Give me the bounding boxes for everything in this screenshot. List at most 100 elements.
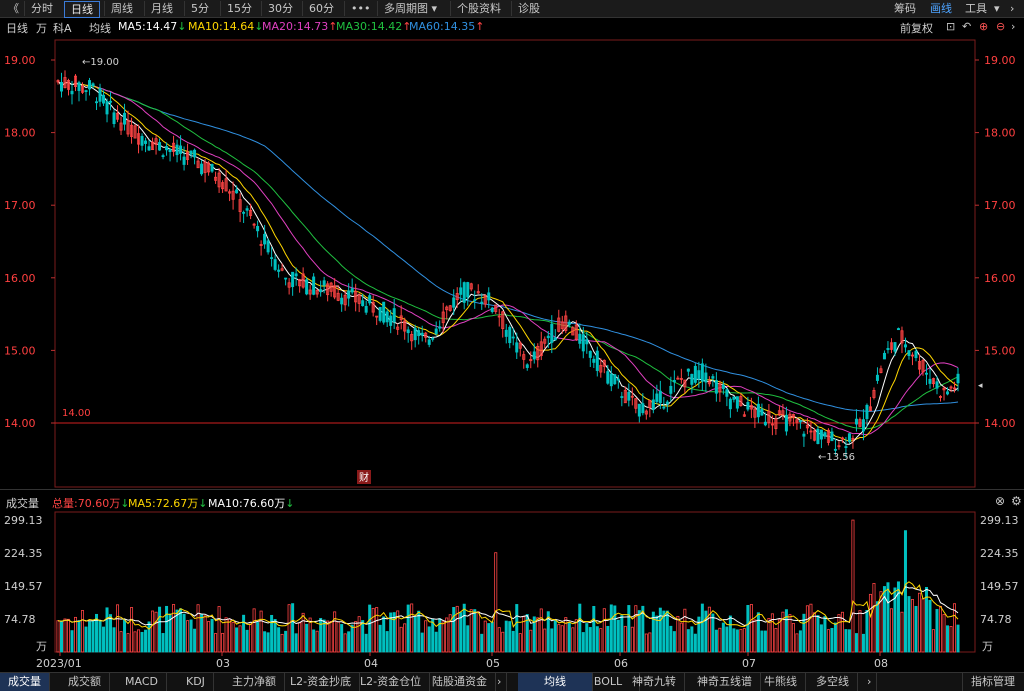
volume-bar bbox=[560, 625, 564, 653]
volume-bar bbox=[697, 616, 701, 653]
close-panel-icon[interactable]: ⊗ bbox=[995, 494, 1005, 508]
volume-bar bbox=[333, 611, 337, 653]
volume-bar bbox=[165, 605, 169, 653]
tab-turnover[interactable]: 成交额 bbox=[60, 673, 110, 691]
candle-body bbox=[438, 326, 442, 329]
stock-chart[interactable]: 19.00 19.00 18.00 18.00 17.00 17.00 16.00 16.00… bbox=[0, 0, 1024, 691]
candle-body bbox=[452, 297, 456, 308]
tab-intraday[interactable]: 分时 bbox=[24, 1, 59, 16]
tab-l2-bottom[interactable]: L2-资金抄底 bbox=[282, 673, 361, 691]
volume-bar bbox=[665, 610, 669, 653]
volume-bar bbox=[725, 626, 729, 653]
volume-bar bbox=[763, 630, 767, 653]
chips-button[interactable]: 筹码 bbox=[894, 1, 916, 16]
volume-bar bbox=[788, 614, 792, 653]
candle-body bbox=[781, 410, 785, 416]
tools-arrow-icon[interactable]: ▾ bbox=[994, 1, 1000, 16]
tools-button[interactable]: 工具 bbox=[965, 1, 987, 16]
candle-body bbox=[844, 446, 848, 448]
volume-bar bbox=[270, 614, 274, 653]
ma20-value: MA20:14.73↑ bbox=[262, 20, 337, 33]
candle-body bbox=[805, 424, 809, 429]
volume-ma10-line bbox=[57, 586, 959, 627]
tab-5min[interactable]: 5分 bbox=[184, 1, 215, 16]
avg-label[interactable]: 均线 bbox=[89, 20, 111, 36]
volume-tick-left: 299.13 bbox=[4, 514, 43, 527]
back-button[interactable]: 《 bbox=[2, 1, 25, 16]
tab-long-short[interactable]: 多空线 bbox=[808, 673, 858, 691]
volume-tick-left: 149.57 bbox=[4, 580, 43, 593]
zoom-in-icon[interactable]: ⊕ bbox=[979, 20, 988, 33]
tab-15min[interactable]: 15分 bbox=[220, 1, 258, 16]
indicator-manage-button[interactable]: 指标管理 bbox=[962, 673, 1023, 691]
volume-bar bbox=[683, 608, 687, 653]
tab-main-net[interactable]: 主力净额 bbox=[224, 673, 285, 691]
volume-bar bbox=[151, 610, 155, 653]
zoom-out-icon[interactable]: ⊖ bbox=[996, 20, 1005, 33]
tab-kdj[interactable]: KDJ bbox=[178, 673, 214, 691]
candle-body bbox=[347, 290, 351, 299]
candle-body bbox=[403, 320, 407, 332]
volume-bar bbox=[287, 604, 291, 653]
volume-bar bbox=[175, 609, 179, 653]
volume-bar bbox=[574, 619, 578, 653]
more-button[interactable]: ••• bbox=[344, 1, 376, 16]
volume-bar bbox=[168, 613, 172, 653]
volume-bar bbox=[882, 586, 886, 653]
volume-bar bbox=[273, 619, 277, 653]
tab-five-lines[interactable]: 神奇五线谱 bbox=[689, 673, 761, 691]
tab-nine-turns[interactable]: 神奇九转 bbox=[624, 673, 685, 691]
settings-icon[interactable]: ⚙ bbox=[1011, 494, 1022, 508]
tab-macd[interactable]: MACD bbox=[117, 673, 167, 691]
candle-body bbox=[749, 405, 753, 410]
tab-bull-bear[interactable]: 牛熊线 bbox=[756, 673, 806, 691]
tab-monthly[interactable]: 月线 bbox=[144, 1, 179, 16]
candle-body bbox=[620, 396, 624, 398]
candle-body bbox=[98, 88, 102, 102]
draw-line-button[interactable]: 画线 bbox=[930, 1, 952, 16]
volume-bar bbox=[529, 629, 533, 653]
next-arrow-icon-2[interactable]: › bbox=[862, 673, 878, 691]
volume-bar bbox=[851, 519, 855, 653]
more-right-icon[interactable]: › bbox=[1011, 20, 1015, 33]
volume-bar bbox=[774, 628, 778, 653]
candle-body bbox=[301, 273, 305, 288]
candle-body bbox=[718, 383, 722, 393]
volume-bar bbox=[669, 625, 673, 653]
candle-body bbox=[609, 373, 613, 387]
volume-total: 总量:70.60万↓ bbox=[52, 495, 129, 511]
volume-bar bbox=[347, 631, 351, 653]
candle-body bbox=[522, 354, 526, 360]
volume-bar bbox=[795, 633, 799, 653]
candle-body bbox=[798, 420, 802, 423]
candle-body bbox=[672, 380, 676, 383]
candle-body bbox=[683, 379, 687, 388]
lock-icon[interactable]: ⊡ bbox=[946, 20, 955, 33]
adjust-button[interactable]: 前复权 bbox=[900, 20, 933, 36]
candle-body bbox=[501, 311, 505, 329]
price-panel-frame bbox=[54, 39, 976, 488]
next-arrow-icon[interactable]: › bbox=[492, 673, 508, 691]
tab-30min[interactable]: 30分 bbox=[261, 1, 299, 16]
volume-bar bbox=[438, 618, 442, 653]
expand-icon[interactable]: › bbox=[1010, 1, 1014, 16]
volume-bar bbox=[903, 530, 907, 653]
diagnose-button[interactable]: 诊股 bbox=[511, 1, 546, 16]
tab-volume[interactable]: 成交量 bbox=[0, 673, 50, 691]
tab-weekly[interactable]: 周线 bbox=[104, 1, 139, 16]
undo-icon[interactable]: ↶ bbox=[962, 20, 971, 33]
candle-body bbox=[357, 294, 361, 304]
volume-tick-left: 224.35 bbox=[4, 547, 43, 560]
candle-body bbox=[231, 190, 235, 200]
volume-bar bbox=[389, 612, 393, 653]
tab-l2-position[interactable]: L2-资金仓位 bbox=[352, 673, 431, 691]
candle-body bbox=[336, 292, 340, 301]
candle-body bbox=[466, 282, 470, 298]
tab-daily[interactable]: 日线 bbox=[64, 1, 100, 18]
candle-body bbox=[676, 377, 680, 380]
tab-60min[interactable]: 60分 bbox=[302, 1, 340, 16]
level-line-label: 14.00 bbox=[62, 408, 91, 419]
tab-northbound[interactable]: 陆股通资金 bbox=[424, 673, 496, 691]
stock-info-button[interactable]: 个股资料 bbox=[450, 1, 507, 16]
multi-period-dropdown[interactable]: 多周期图 ▾ bbox=[377, 1, 443, 16]
